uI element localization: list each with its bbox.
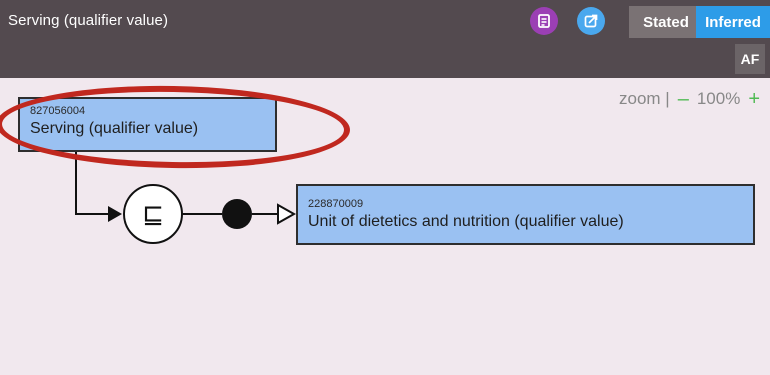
role-group-node [222,199,252,229]
subsumption-symbol: ⊑ [142,200,164,230]
open-arrowhead [277,203,297,225]
arrowhead [108,206,122,222]
parent-concept-box[interactable]: 228870009 Unit of dietetics and nutritio… [296,184,755,245]
concept-term: Unit of dietetics and nutrition (qualifi… [308,213,624,230]
concept-id: 228870009 [308,198,364,210]
